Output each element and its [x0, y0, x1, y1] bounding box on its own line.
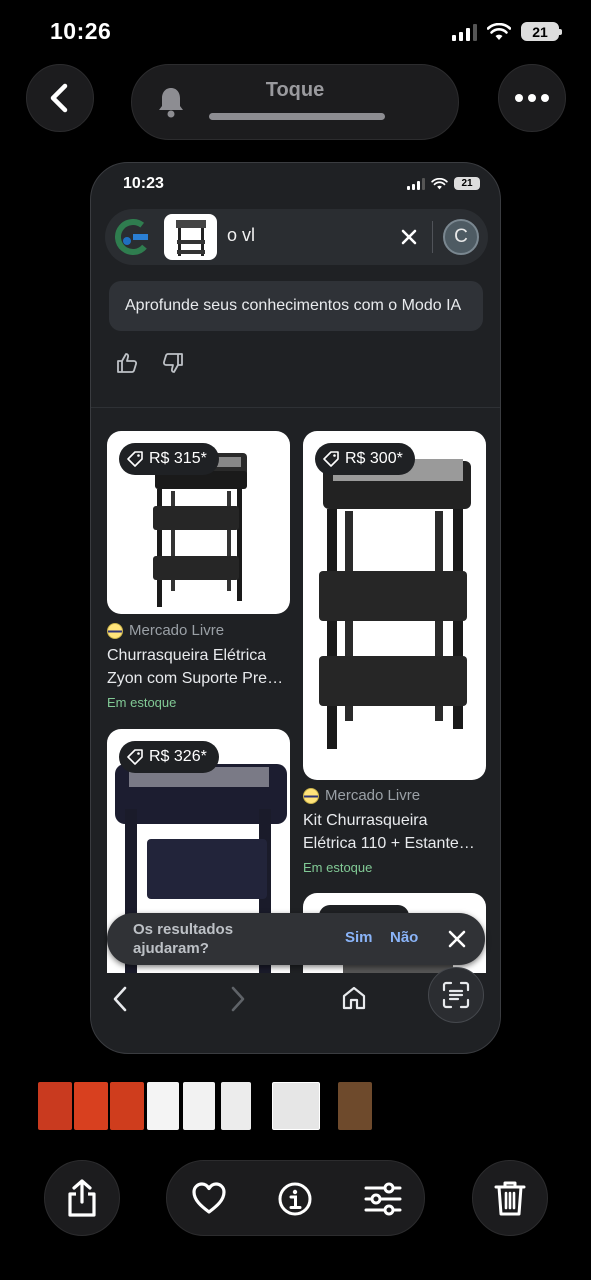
pill-progress-bar	[209, 113, 385, 120]
info-icon[interactable]	[277, 1181, 313, 1217]
cellular-signal-icon	[452, 23, 477, 41]
nav-back-icon[interactable]	[109, 985, 133, 1013]
grill-product-image	[319, 459, 471, 749]
inner-screenshot: 10:23 21 o vl C Aprofunde seus conhecime…	[90, 162, 501, 1054]
home-icon[interactable]	[341, 985, 367, 1011]
result-title-1[interactable]: Churrasqueira Elétrica Zyon com Suporte …	[107, 644, 291, 690]
mercado-livre-icon	[303, 787, 319, 804]
result-stock-2: Em estoque	[303, 860, 373, 875]
price-tag-icon	[127, 749, 143, 765]
filmstrip-thumbnail[interactable]	[147, 1082, 179, 1130]
google-g-icon	[115, 219, 151, 255]
browser-bottom-nav	[91, 967, 500, 1035]
filmstrip-thumbnail[interactable]	[74, 1082, 108, 1130]
result-title-2[interactable]: Kit Churrasqueira Elétrica 110 + Estante…	[303, 809, 487, 855]
result-image-2[interactable]: R$ 300*	[303, 431, 486, 780]
feedback-snackbar: Os resultados ajudaram? Sim Não	[107, 913, 485, 965]
share-icon	[68, 1179, 96, 1217]
filmstrip-thumbnail-current[interactable]	[272, 1082, 320, 1130]
inner-battery-icon: 21	[454, 177, 480, 190]
status-time: 10:26	[50, 18, 112, 44]
price-tag-icon	[127, 451, 143, 467]
adjust-sliders-icon[interactable]	[363, 1181, 403, 1217]
delete-button[interactable]	[472, 1160, 548, 1236]
search-query[interactable]: o vl	[227, 225, 255, 246]
live-activity-pill[interactable]: Toque	[131, 64, 459, 140]
account-avatar[interactable]: C	[443, 219, 479, 255]
result-source-2: Mercado Livre	[303, 787, 420, 804]
thumbs-down-icon[interactable]	[161, 351, 185, 375]
photo-filmstrip	[0, 1082, 591, 1132]
title-line: Churrasqueira Elétrica	[107, 647, 267, 664]
price-tag: R$ 300*	[315, 443, 415, 475]
result-source-1: Mercado Livre	[107, 622, 224, 639]
source-label: Mercado Livre	[129, 622, 225, 639]
price-label: R$ 315*	[149, 450, 207, 467]
lens-button[interactable]	[428, 967, 484, 1023]
result-image-1[interactable]: R$ 315*	[107, 431, 290, 614]
price-tag: R$ 315*	[119, 443, 219, 475]
search-divider	[432, 221, 433, 253]
inner-status-bar: 10:23 21	[91, 163, 500, 203]
pill-title: Toque	[265, 79, 325, 101]
section-divider	[91, 407, 500, 408]
inner-status-time: 10:23	[123, 175, 164, 192]
filmstrip-thumbnail[interactable]	[221, 1082, 251, 1130]
share-button[interactable]	[44, 1160, 120, 1236]
grill-thumbnail-icon	[176, 220, 206, 256]
source-label: Mercado Livre	[325, 787, 421, 804]
more-button[interactable]	[498, 64, 566, 132]
heart-icon[interactable]	[191, 1181, 227, 1215]
result-stock-1: Em estoque	[107, 695, 177, 710]
feedback-yes-button[interactable]: Sim	[345, 929, 373, 946]
inner-wifi-icon	[431, 177, 448, 189]
photo-actions-pill	[166, 1160, 425, 1236]
lens-scan-icon	[442, 981, 470, 1009]
price-tag-icon	[323, 451, 339, 467]
filmstrip-thumbnail[interactable]	[110, 1082, 144, 1130]
chevron-left-icon	[50, 83, 68, 113]
filmstrip-thumbnail[interactable]	[183, 1082, 215, 1130]
price-label: R$ 326*	[149, 748, 207, 765]
status-bar: 10:26 21	[0, 0, 591, 64]
wifi-icon	[487, 22, 511, 40]
mercado-livre-icon	[107, 622, 123, 639]
ai-mode-chip[interactable]: Aprofunde seus conhecimentos com o Modo …	[109, 281, 483, 331]
title-line: Elétrica 110 + Estante…	[303, 835, 475, 852]
battery-icon: 21	[521, 22, 562, 41]
close-icon[interactable]	[445, 927, 469, 951]
feedback-question: Os resultados ajudaram?	[133, 920, 233, 958]
search-bar[interactable]: o vl C	[105, 209, 488, 265]
thumbs-up-icon[interactable]	[115, 351, 139, 375]
feedback-question-line: Os resultados	[133, 921, 234, 938]
filmstrip-thumbnail[interactable]	[38, 1082, 72, 1130]
status-icons: 21	[452, 22, 562, 41]
price-label: R$ 300*	[345, 450, 403, 467]
nav-forward-icon[interactable]	[225, 985, 249, 1013]
price-tag: R$ 326*	[119, 741, 219, 773]
back-button[interactable]	[26, 64, 94, 132]
trash-icon	[494, 1181, 526, 1216]
inner-status-icons: 21	[407, 177, 480, 190]
inner-signal-icon	[407, 177, 425, 190]
title-line: Kit Churrasqueira	[303, 812, 428, 829]
filmstrip-thumbnail[interactable]	[338, 1082, 372, 1130]
clear-search-icon[interactable]	[395, 223, 423, 251]
title-line: Zyon com Suporte Pre…	[107, 670, 284, 687]
more-horizontal-icon	[515, 94, 549, 102]
feedback-question-line: ajudaram?	[133, 940, 209, 957]
search-image-thumbnail[interactable]	[164, 214, 217, 260]
feedback-no-button[interactable]: Não	[390, 929, 418, 946]
